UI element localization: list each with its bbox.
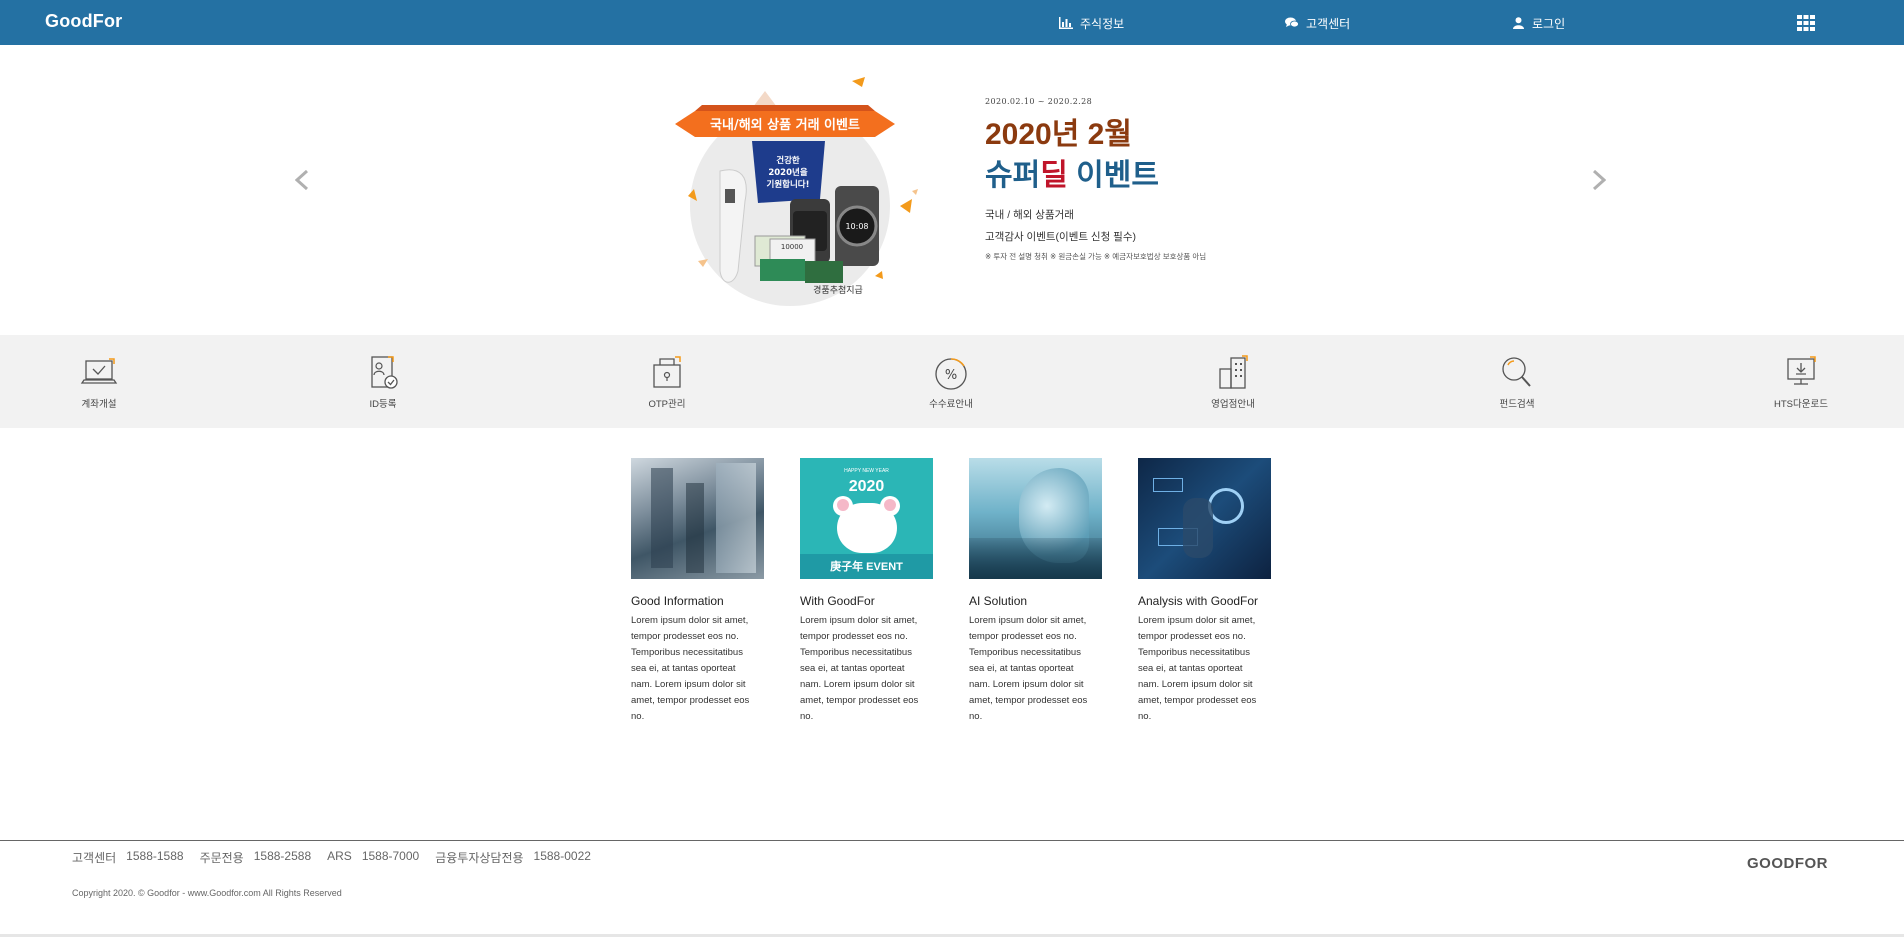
card-analysis[interactable]: Analysis with GoodFor Lorem ipsum dolor … — [1138, 458, 1272, 725]
grid-menu-icon[interactable] — [1797, 15, 1815, 31]
card-with-goodfor[interactable]: HAPPY NEW YEAR 2020 庚子年 EVENT With GoodF… — [800, 458, 934, 725]
contact-investment-consult: 금융투자상담전용 1588-0022 — [435, 849, 591, 865]
bar-chart-icon — [1058, 15, 1074, 31]
laptop-check-icon — [80, 358, 118, 384]
svg-text:기원합니다!: 기원합니다! — [767, 179, 810, 190]
footer-contacts: 고객센터 1588-1588 주문전용 1588-2588 ARS 1588-7000… — [72, 849, 591, 866]
quick-fund-search[interactable]: 펀드검색 — [1447, 335, 1587, 428]
banner-ribbon-text: 국내/해외 상품 거래 이벤트 — [710, 117, 860, 133]
svg-text:10000: 10000 — [781, 243, 803, 251]
card-thumbnail — [631, 458, 764, 579]
top-navigation-bar: GoodFor 주식정보 고객센터 로그인 — [0, 0, 1904, 45]
hero-title-line1: 2020년 2월 — [985, 118, 1132, 151]
hero-subtitle: 국내 / 해외 상품거래 — [985, 209, 1074, 221]
copyright-text: Copyright 2020. © Goodfor - www.Goodfor.… — [72, 888, 342, 898]
quick-id-register[interactable]: ID등록 — [313, 335, 453, 428]
chat-bubbles-icon — [1284, 15, 1300, 31]
hero-title-line2: 슈퍼딜 이벤트 — [985, 159, 1159, 192]
quick-branch-guide[interactable]: 영업점안내 — [1163, 335, 1303, 428]
card-ai-solution[interactable]: AI Solution Lorem ipsum dolor sit amet, … — [969, 458, 1103, 725]
event-date-range: 2020.02.10 ~ 2020.2.28 — [985, 97, 1093, 106]
id-document-icon — [371, 356, 398, 389]
contact-order: 주문전용 1588-2588 — [199, 849, 312, 865]
nav-customer-center[interactable]: 고객센터 — [1284, 14, 1350, 32]
svg-text:10:08: 10:08 — [845, 222, 868, 231]
card-thumbnail — [1138, 458, 1271, 579]
nav-login[interactable]: 로그인 — [1510, 14, 1565, 32]
hero-disclaimer: ※ 투자 전 설명 청취 ※ 원금손실 가능 ※ 예금자보호법상 보호상품 아님 — [985, 252, 1207, 261]
chevron-left-icon[interactable] — [287, 165, 317, 195]
quick-open-account[interactable]: 계좌개설 — [29, 335, 169, 428]
monitor-download-icon — [1787, 356, 1816, 385]
svg-text:경품추첨지급: 경품추첨지급 — [813, 284, 863, 296]
nav-login-label: 로그인 — [1532, 16, 1566, 31]
svg-text:건강한: 건강한 — [776, 155, 800, 166]
building-icon — [1219, 355, 1248, 389]
nav-stock-info[interactable]: 주식정보 — [1058, 14, 1124, 32]
quick-hts-download[interactable]: HTS다운로드 — [1731, 335, 1871, 428]
hero-banner: 국내/해외 상품 거래 이벤트 건강한 2020년을 기원합니다! 10:08 … — [0, 45, 1904, 335]
card-good-information[interactable]: Good Information Lorem ipsum dolor sit a… — [631, 458, 765, 725]
quick-fee-guide[interactable]: % 수수료안내 — [881, 335, 1021, 428]
card-thumbnail: HAPPY NEW YEAR 2020 庚子年 EVENT — [800, 458, 933, 579]
footer-divider — [0, 840, 1904, 841]
percent-circle-icon: % — [935, 358, 967, 390]
brand-logo[interactable]: GoodFor — [45, 11, 122, 32]
hero-subtitle-2: 고객감사 이벤트(이벤트 신청 필수) — [985, 231, 1136, 243]
quick-otp-manage[interactable]: OTP관리 — [597, 335, 737, 428]
otp-lock-icon — [653, 356, 681, 388]
nav-customer-center-label: 고객센터 — [1306, 16, 1351, 31]
svg-text:%: % — [945, 368, 957, 383]
contact-customer-center: 고객센터 1588-1588 — [72, 849, 184, 865]
promo-banner-image: 국내/해외 상품 거래 이벤트 건강한 2020년을 기원합니다! 10:08 … — [650, 71, 930, 311]
hero-text-block: 2020.02.10 ~ 2020.2.28 2020년 2월 슈퍼딜 이벤트 … — [985, 97, 1365, 262]
magnifier-icon — [1502, 357, 1531, 387]
contact-ars: ARS 1588-7000 — [327, 849, 420, 863]
nav-stock-info-label: 주식정보 — [1080, 16, 1125, 31]
chevron-right-icon[interactable] — [1584, 165, 1614, 195]
footer-logo: GOODFOR — [1747, 855, 1828, 872]
quick-menu-bar: 계좌개설 ID등록 OTP관리 % 수수료안내 영업점안내 펀드검색 HTS다운… — [0, 335, 1904, 428]
user-icon — [1510, 15, 1526, 31]
svg-text:2020년을: 2020년을 — [768, 167, 807, 178]
card-thumbnail — [969, 458, 1102, 579]
